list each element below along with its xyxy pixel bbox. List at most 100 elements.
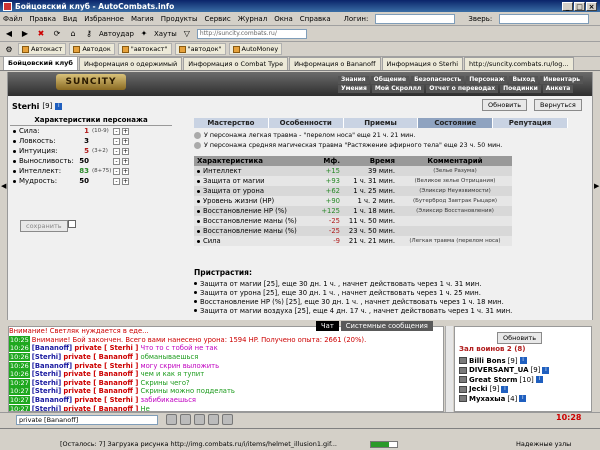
menu-service[interactable]: Сервис xyxy=(205,15,231,23)
list-item[interactable]: DIVERSANT_UA [9] i xyxy=(459,366,587,376)
tab-features[interactable]: Особенности xyxy=(268,118,344,128)
refresh-button[interactable]: Обновить xyxy=(482,99,528,111)
minus-button[interactable]: - xyxy=(113,157,120,165)
chat-message: 10:26 [Bananoff] private [ Sterhi ] Что т… xyxy=(9,344,218,353)
back-arrow-icon[interactable]: ◀ xyxy=(3,28,15,40)
list-item[interactable]: Jecki [9] i xyxy=(459,385,587,395)
tab-suncity-log[interactable]: http://suncity.combats.ru/log... xyxy=(464,57,574,70)
tab-info-possessed[interactable]: Информация о одержимый xyxy=(78,57,183,70)
menu-products[interactable]: Продукты xyxy=(161,15,198,23)
link-autodoc-quoted[interactable]: "автодок" xyxy=(174,43,226,55)
tab-mastery[interactable]: Мастерство xyxy=(194,118,269,128)
minimize-button[interactable]: _ xyxy=(562,1,573,11)
filter-icon[interactable]: ▽ xyxy=(181,28,193,40)
list-item[interactable]: Billi Bons [9] i xyxy=(459,356,587,366)
menu-windows[interactable]: Окна xyxy=(274,15,293,23)
send-icon[interactable] xyxy=(166,414,177,425)
nav-profile[interactable]: Анкета xyxy=(542,85,574,93)
tab-techniques[interactable]: Приемы xyxy=(343,118,419,128)
private-icon xyxy=(459,395,467,403)
dungeon-field[interactable] xyxy=(499,13,590,24)
minus-button[interactable]: - xyxy=(113,137,120,145)
plus-button[interactable]: + xyxy=(122,167,129,175)
stat-row: Сила: 1 (10-9) - + xyxy=(10,126,172,136)
list-item[interactable]: Мухахыа [4] i xyxy=(459,394,587,404)
stop-icon[interactable]: ✖ xyxy=(35,28,47,40)
left-panel-grip[interactable]: ◀ xyxy=(0,72,8,320)
menu-journal[interactable]: Журнал xyxy=(238,15,267,23)
wand-icon[interactable]: ✦ xyxy=(138,28,150,40)
nav-fights[interactable]: Поединки xyxy=(500,85,541,93)
tab-chat[interactable]: Чат xyxy=(316,321,339,331)
plus-button[interactable]: + xyxy=(122,127,129,135)
room-refresh-button[interactable]: Обновить xyxy=(497,332,543,344)
suncity-logo: SUNCITY xyxy=(56,74,126,90)
tab-info-bananoff[interactable]: Информация о Bananoff xyxy=(289,57,381,70)
translit-icon[interactable] xyxy=(222,414,233,425)
nav-my-scroll[interactable]: Мой Скроллл xyxy=(371,85,425,93)
save-button[interactable]: сохранить xyxy=(20,220,68,232)
menu-file[interactable]: Файл xyxy=(3,15,22,23)
link-autodoc[interactable]: Автодок xyxy=(69,43,115,55)
list-item: Защита от магии [25], еще 30 дн. 1 ч. , … xyxy=(194,279,568,288)
minus-button[interactable]: - xyxy=(113,127,120,135)
chat-scrollbar[interactable] xyxy=(445,326,453,412)
refresh-icon[interactable]: ⟳ xyxy=(51,28,63,40)
menu-help[interactable]: Справка xyxy=(300,15,331,23)
save-checkbox[interactable] xyxy=(68,220,76,228)
back-button[interactable]: Вернуться xyxy=(534,99,582,111)
minus-button[interactable]: - xyxy=(113,177,120,185)
nav-inventory[interactable]: Инвентарь xyxy=(540,76,584,84)
chat-input[interactable]: private [Bananoff] xyxy=(16,415,158,425)
plus-button[interactable]: + xyxy=(122,177,129,185)
nav-transfers-report[interactable]: Отчет о переводах xyxy=(426,85,499,93)
menu-magic[interactable]: Магия xyxy=(131,15,154,23)
table-row: Восстановление HP (%) +125 1 ч. 18 мин. (Эл… xyxy=(194,206,512,216)
clear-icon[interactable] xyxy=(194,414,205,425)
menu-view[interactable]: Вид xyxy=(63,15,77,23)
tab-reputation[interactable]: Репутация xyxy=(493,118,568,128)
menu-favorites[interactable]: Избранное xyxy=(84,15,124,23)
security-zone: Надежные узлы xyxy=(516,440,572,448)
nav-skills[interactable]: Умения xyxy=(338,85,370,93)
right-panel-grip[interactable]: ▶ xyxy=(592,72,600,320)
nav-exit[interactable]: Выход xyxy=(509,76,539,84)
nav-communication[interactable]: Общение xyxy=(370,76,410,84)
gear-icon[interactable]: ⚙ xyxy=(3,43,15,55)
link-autocast[interactable]: Автокаст xyxy=(18,43,67,55)
tab-state[interactable]: Состояние xyxy=(418,118,494,128)
link-automoney[interactable]: AutoMoney xyxy=(228,43,283,55)
filter-icon[interactable] xyxy=(208,414,219,425)
info-icon[interactable]: i xyxy=(55,102,63,110)
forward-arrow-icon[interactable]: ▶ xyxy=(19,28,31,40)
smile-icon[interactable] xyxy=(180,414,191,425)
menu-edit[interactable]: Правка xyxy=(29,15,56,23)
autoattack-button[interactable]: Автоудар xyxy=(99,30,134,38)
info-icon: i xyxy=(501,385,509,393)
tab-system-messages[interactable]: Системные сообщения xyxy=(340,321,433,331)
tab-info-sterhi[interactable]: Информация о Sterhi xyxy=(381,57,463,70)
maximize-button[interactable]: □ xyxy=(574,1,585,11)
info-icon: i xyxy=(519,395,527,403)
tab-fight-club[interactable]: Бойцовский клуб xyxy=(3,56,78,70)
minus-button[interactable]: - xyxy=(113,147,120,155)
hauty-button[interactable]: Хауты xyxy=(154,30,177,38)
minus-button[interactable]: - xyxy=(113,167,120,175)
home-icon[interactable]: ⌂ xyxy=(67,28,79,40)
plus-button[interactable]: + xyxy=(122,147,129,155)
plus-button[interactable]: + xyxy=(122,157,129,165)
nav-knowledge[interactable]: Знания xyxy=(338,76,369,84)
address-field[interactable]: http://suncity.combats.ru/ xyxy=(196,28,307,39)
tab-info-combat-type[interactable]: Информация о Combat Type xyxy=(183,57,289,70)
plus-button[interactable]: + xyxy=(122,137,129,145)
nav-security[interactable]: Безопасность xyxy=(411,76,465,84)
close-button[interactable]: × xyxy=(586,1,597,11)
character-name[interactable]: Sterhi xyxy=(12,102,39,111)
link-autocast-quoted[interactable]: "автокаст" xyxy=(117,43,172,55)
list-item[interactable]: Great Storm [10] i xyxy=(459,375,587,385)
stats-panel: Характеристики персонажа Сила: 1 (10-9) - + … xyxy=(10,116,172,216)
key-icon[interactable]: ⚷ xyxy=(83,28,95,40)
login-field[interactable] xyxy=(375,13,456,24)
chat-message: 10:27 [Sterhi] private [ Bananoff ] Скрин… xyxy=(9,378,190,387)
nav-character[interactable]: Персонаж xyxy=(466,76,508,84)
